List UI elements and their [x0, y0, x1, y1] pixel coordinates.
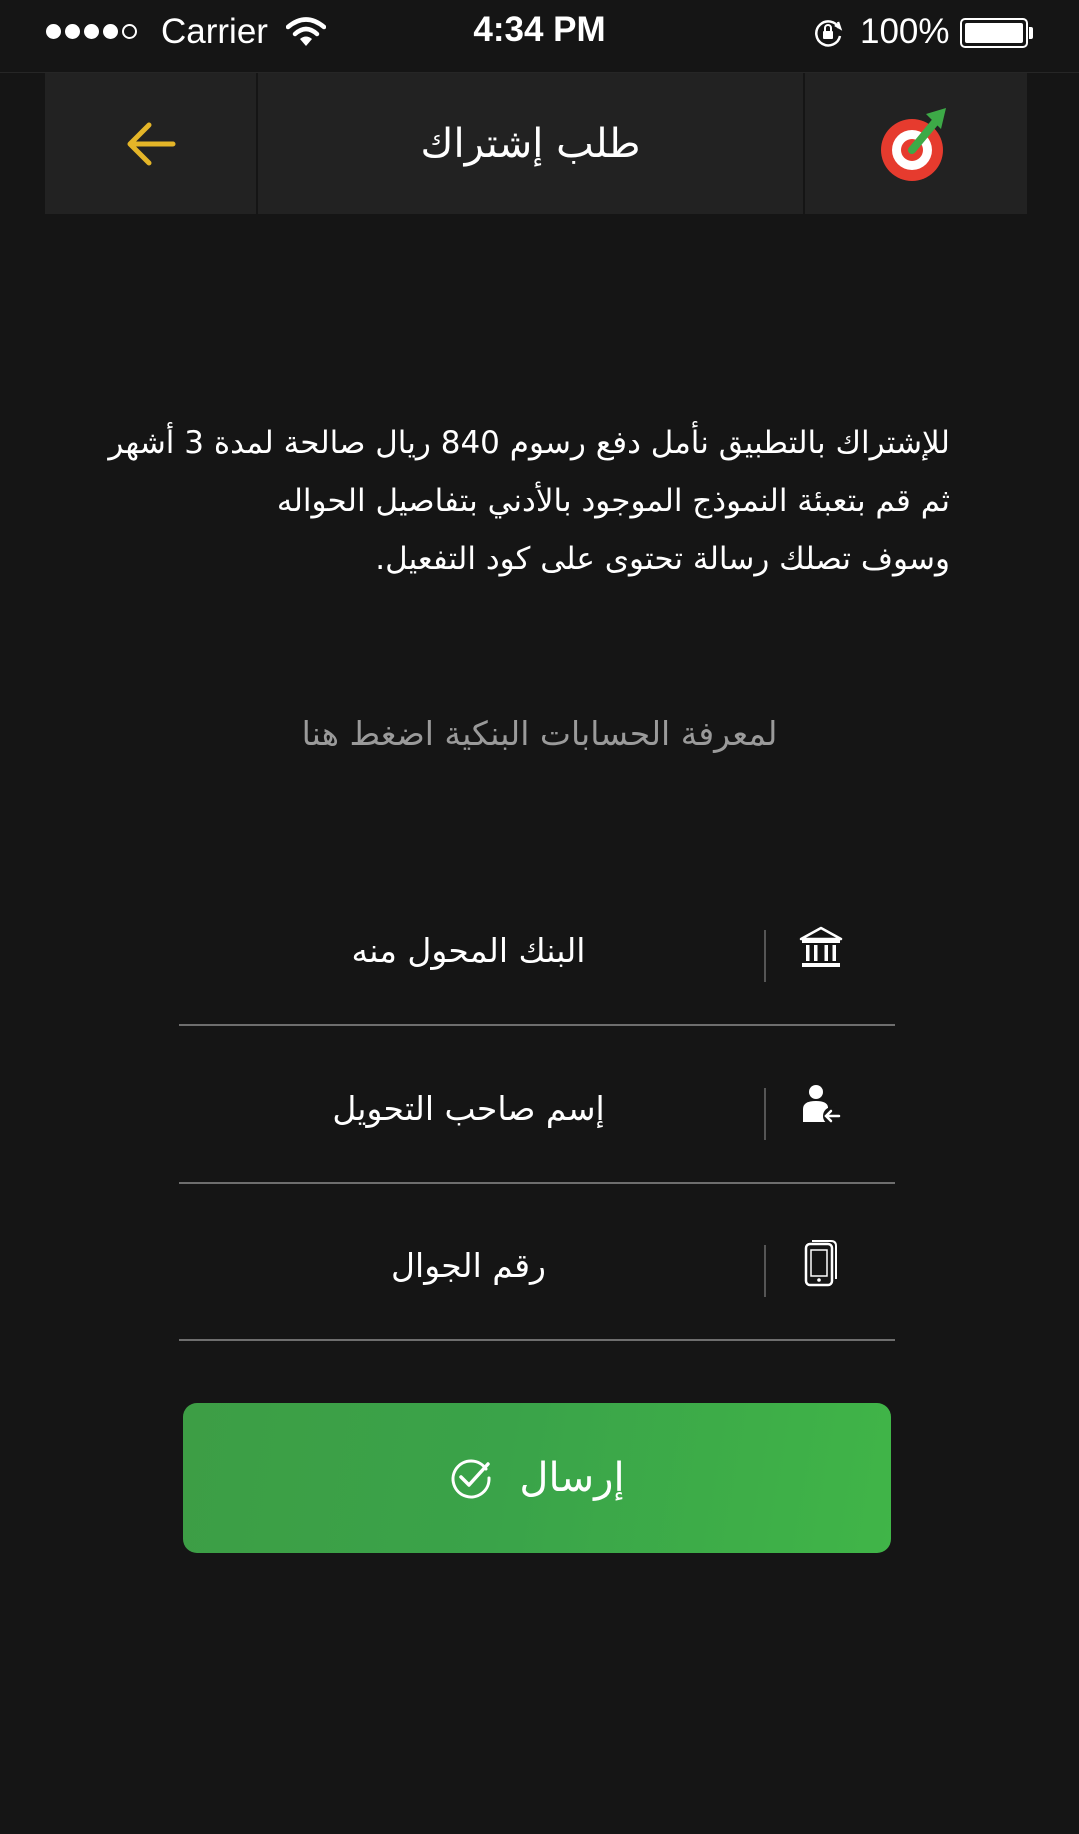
submit-button[interactable]: إرسال [183, 1403, 891, 1553]
target-arrow-logo-icon [881, 107, 946, 181]
field-divider [764, 930, 766, 982]
mobile-field [179, 1183, 895, 1341]
check-circle-icon [451, 1459, 491, 1499]
instructions-line-3: وسوف تصلك رسالة تحتوى على كود التفعيل. [375, 541, 950, 577]
battery-icon [960, 18, 1028, 48]
battery-cap [1029, 27, 1033, 39]
back-button[interactable] [45, 73, 258, 214]
page-title: طلب إشتراك [420, 120, 641, 167]
header-title-container: طلب إشتراك [258, 73, 805, 214]
battery-percentage: 100% [860, 12, 950, 51]
mobile-input[interactable] [179, 1233, 758, 1297]
subscription-instructions: للإشتراك بالتطبيق نأمل دفع رسوم 840 ريال… [100, 414, 950, 588]
rotation-lock-icon [815, 20, 843, 47]
app-logo [805, 73, 1027, 214]
app-header: طلب إشتراك [45, 73, 1027, 214]
bank-icon [799, 924, 843, 972]
arrow-left-icon [127, 122, 175, 165]
instructions-line-1: للإشتراك بالتطبيق نأمل دفع رسوم 840 ريال… [108, 425, 950, 461]
field-divider [764, 1245, 766, 1297]
account-holder-field [179, 1026, 895, 1184]
bank-accounts-link[interactable]: لمعرفة الحسابات البنكية اضغط هنا [0, 714, 1079, 753]
mobile-phone-icon [799, 1239, 843, 1287]
person-transfer-icon [799, 1082, 843, 1130]
bank-input[interactable] [179, 918, 758, 982]
bank-field [179, 868, 895, 1026]
account-holder-input[interactable] [179, 1076, 758, 1140]
submit-label: إرسال [519, 1455, 625, 1501]
instructions-line-2: ثم قم بتعبئة النموذج الموجود بالأدني بتف… [276, 483, 950, 519]
field-divider [764, 1088, 766, 1140]
status-bar: Carrier 4:34 PM 100% [0, 0, 1079, 73]
